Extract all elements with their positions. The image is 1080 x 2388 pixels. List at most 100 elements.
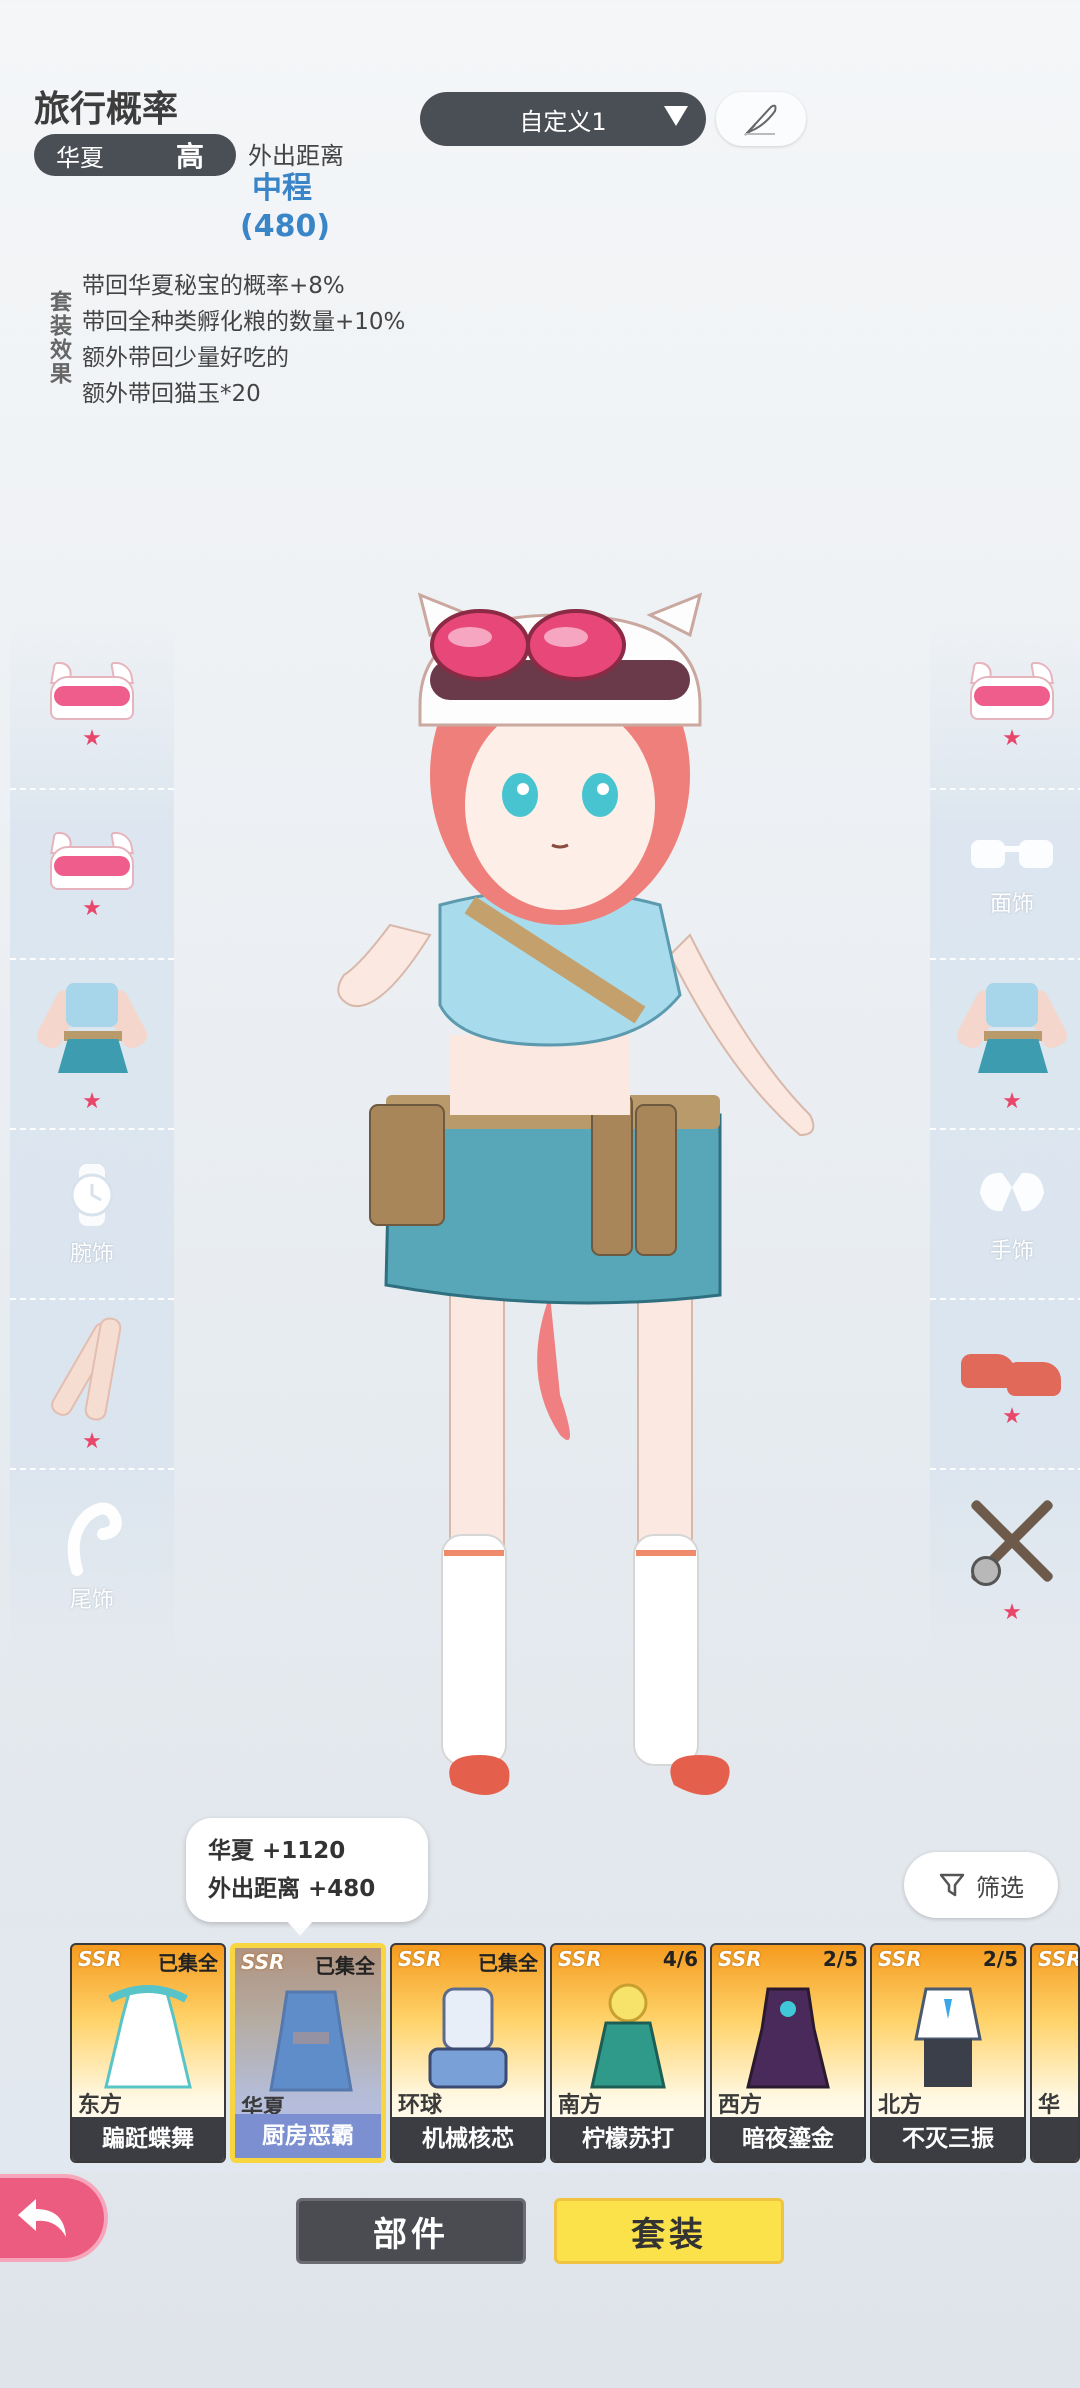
kitchen-tools-icon xyxy=(957,1486,1067,1596)
slot-tail[interactable]: 尾饰 xyxy=(10,1470,174,1640)
cat-goggle-hat-icon xyxy=(44,828,140,892)
chevron-down-icon xyxy=(664,106,688,126)
star-icon: ★ xyxy=(1002,1404,1022,1429)
filter-icon xyxy=(939,1873,965,1897)
card-region: 西方 xyxy=(718,2093,763,2118)
jacket-outfit-icon xyxy=(914,1987,982,2087)
card-status: 2/5 xyxy=(982,1947,1018,1971)
slot-hat-right[interactable]: ★ xyxy=(930,620,1080,790)
preset-label: 自定义1 xyxy=(519,107,607,136)
suit-effect-1: 带回华夏秘宝的概率+8% xyxy=(82,273,345,299)
back-arrow-icon xyxy=(18,2199,66,2237)
card-rarity: SSR xyxy=(78,1947,122,1971)
suit-effects-list: 带回华夏秘宝的概率+8% 带回全种类孵化粮的数量+10% 额外带回少量好吃的 额… xyxy=(82,268,405,412)
slot-legs[interactable]: ★ xyxy=(10,1300,174,1470)
gloves-icon xyxy=(980,1172,1044,1212)
distance-value-text: 中程 xyxy=(252,171,312,206)
preset-dropdown[interactable]: 自定义1 xyxy=(420,92,706,146)
card-rarity: SSR xyxy=(558,1947,602,1971)
star-icon: ★ xyxy=(1002,1600,1022,1625)
tooltip-line-2: 外出距离 +480 xyxy=(208,1876,376,1902)
card-rarity: SSR xyxy=(241,1950,285,1974)
card-rarity: SSR xyxy=(878,1947,922,1971)
card-name xyxy=(1032,2117,1078,2161)
distance-value-number: (480) xyxy=(240,209,331,244)
card-name: 厨房恶霸 xyxy=(235,2114,381,2158)
stockings-icon xyxy=(42,1315,142,1425)
right-slot-column: ★ 面饰 ★ 手饰 ★ ★ xyxy=(930,620,1080,1660)
slot-hand[interactable]: 手饰 xyxy=(930,1130,1080,1300)
slot-hand-label: 手饰 xyxy=(989,1239,1034,1264)
star-icon: ★ xyxy=(82,1429,102,1454)
cat-goggle-hat-icon xyxy=(964,658,1060,722)
tab-parts[interactable]: 部件 xyxy=(296,2198,526,2264)
suit-card-1-selected[interactable]: SSR 已集全 华夏 厨房恶霸 xyxy=(230,1943,386,2163)
character-tail xyxy=(537,1295,570,1440)
quill-icon xyxy=(744,104,777,136)
dress-icon xyxy=(104,1985,192,2089)
rename-preset-button[interactable] xyxy=(716,92,806,146)
slot-outfit-right[interactable]: ★ xyxy=(930,960,1080,1130)
character-model xyxy=(337,592,815,1795)
card-rarity: SSR xyxy=(718,1947,762,1971)
suit-card-3[interactable]: SSR 4/6 南方 柠檬苏打 xyxy=(550,1943,706,2163)
glasses-icon xyxy=(971,840,1053,868)
suit-card-5[interactable]: SSR 2/5 北方 不灭三振 xyxy=(870,1943,1026,2163)
slot-face[interactable]: 面饰 xyxy=(930,790,1080,960)
sandals-icon xyxy=(957,1340,1067,1400)
card-status: 2/5 xyxy=(822,1947,858,1971)
region-badge: 华夏 高 xyxy=(34,134,236,176)
tab-suit[interactable]: 套装 xyxy=(554,2198,784,2264)
card-status: 已集全 xyxy=(158,1951,218,1975)
star-icon: ★ xyxy=(82,896,102,921)
suit-effect-label: 套装效果 xyxy=(46,290,71,386)
left-slot-column: ★ ★ ★ 腕饰 ★ 尾饰 xyxy=(10,620,174,1660)
page-title: 旅行概率 xyxy=(34,89,179,130)
star-icon: ★ xyxy=(82,726,102,751)
slot-tools[interactable]: ★ xyxy=(930,1470,1080,1640)
card-name: 不灭三振 xyxy=(872,2117,1024,2161)
bonus-tooltip: 华夏 +1120 外出距离 +480 xyxy=(186,1818,428,1936)
card-rarity: SSR xyxy=(398,1947,442,1971)
suit-card-0[interactable]: SSR 已集全 东方 蹁跹蝶舞 xyxy=(70,1943,226,2163)
star-icon: ★ xyxy=(82,1089,102,1114)
outfit-icon xyxy=(33,975,151,1085)
dark-dress-icon xyxy=(746,1987,830,2089)
card-status: 已集全 xyxy=(478,1951,538,1975)
suit-card-2[interactable]: SSR 已集全 环球 机械核芯 xyxy=(390,1943,546,2163)
card-rarity: SSR xyxy=(1038,1947,1080,1971)
card-name: 蹁跹蝶舞 xyxy=(72,2117,224,2161)
card-region: 环球 xyxy=(398,2093,443,2118)
card-name: 机械核芯 xyxy=(392,2117,544,2161)
suit-effect-3: 额外带回少量好吃的 xyxy=(82,345,289,371)
distance-label: 外出距离 xyxy=(248,142,344,170)
slot-hat-left-1[interactable]: ★ xyxy=(10,620,174,790)
cat-goggle-hat-icon xyxy=(44,658,140,722)
tail-icon xyxy=(67,1502,122,1576)
card-region: 北方 xyxy=(878,2093,923,2118)
slot-wrist-label: 腕饰 xyxy=(69,1242,114,1267)
filter-button[interactable]: 筛选 xyxy=(904,1852,1058,1918)
card-status: 已集全 xyxy=(315,1954,375,1978)
star-icon: ★ xyxy=(1002,726,1022,751)
suit-card-6-partial[interactable]: SSR 华夏 xyxy=(1030,1943,1080,2163)
slot-outfit-left[interactable]: ★ xyxy=(10,960,174,1130)
star-icon: ★ xyxy=(1002,1089,1022,1114)
slot-shoes[interactable]: ★ xyxy=(930,1300,1080,1470)
mech-suit-icon xyxy=(428,1987,508,2089)
card-region: 南方 xyxy=(558,2093,603,2118)
slot-wrist[interactable]: 腕饰 xyxy=(10,1130,174,1300)
suit-effect-4: 额外带回猫玉*20 xyxy=(82,381,261,407)
back-button[interactable] xyxy=(0,2174,108,2262)
slot-hat-left-2[interactable]: ★ xyxy=(10,790,174,960)
region-level: 高 xyxy=(175,140,204,173)
slot-face-label: 面饰 xyxy=(989,892,1034,917)
watch-icon xyxy=(70,1164,114,1226)
suit-effect-2: 带回全种类孵化粮的数量+10% xyxy=(82,309,406,335)
suit-card-4[interactable]: SSR 2/5 西方 暗夜鎏金 xyxy=(710,1943,866,2163)
distance-value: 中程 (480) xyxy=(240,170,331,246)
filter-label: 筛选 xyxy=(976,1873,1024,1902)
region-name: 华夏 xyxy=(56,143,104,172)
card-name: 柠檬苏打 xyxy=(552,2117,704,2161)
outfit-icon xyxy=(953,975,1071,1085)
